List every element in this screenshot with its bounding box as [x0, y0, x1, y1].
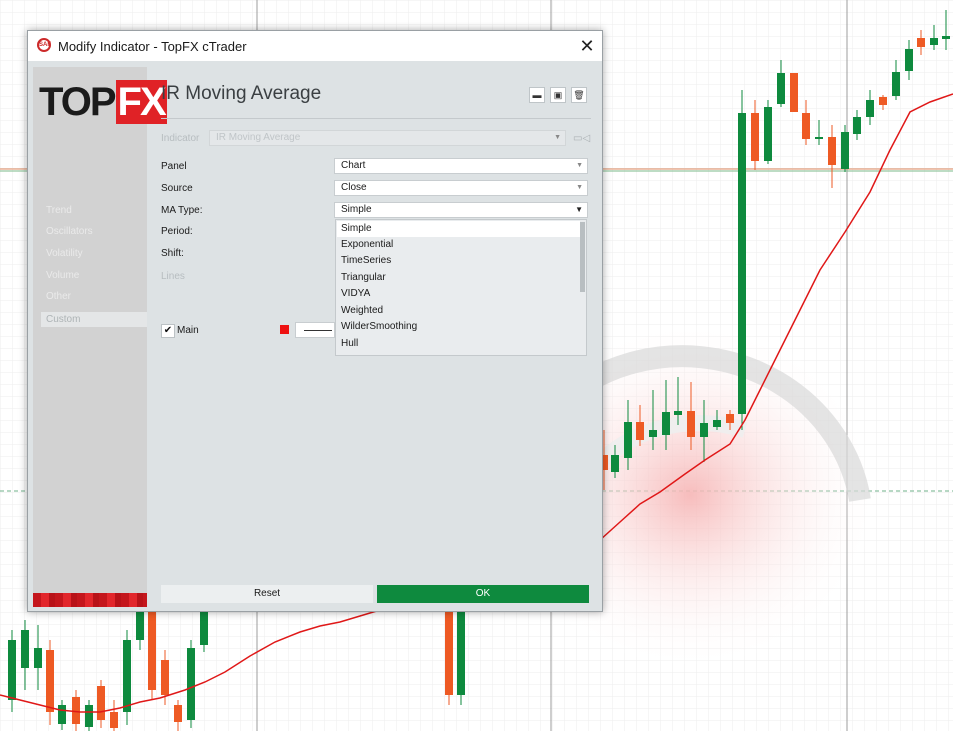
ma-type-option-triangular[interactable]: Triangular	[337, 270, 580, 286]
panel-select[interactable]: Chart ▼	[334, 158, 588, 174]
candle-body	[917, 38, 925, 47]
window-title: Modify Indicator - TopFX cTrader	[58, 39, 247, 54]
candle-body	[905, 49, 913, 71]
main-line-checkbox[interactable]: ✔	[161, 324, 175, 338]
candle-body	[866, 100, 874, 117]
sidebar-item-trend[interactable]: Trend	[46, 205, 72, 216]
period-label: Period:	[161, 226, 193, 237]
main-line-label: Main	[177, 325, 199, 336]
indicator-select: IR Moving Average ▼	[209, 130, 566, 146]
candle-body	[802, 113, 810, 139]
candle-body	[764, 107, 772, 161]
ma-type-dropdown-list: Simple Exponential TimeSeries Triangular…	[335, 219, 587, 356]
candle-body	[174, 705, 182, 722]
sidebar-item-volume[interactable]: Volume	[46, 270, 79, 281]
candle-body	[892, 72, 900, 96]
candle-body	[649, 430, 657, 437]
trash-icon[interactable]: 🗑	[571, 87, 587, 103]
main-line-color-swatch[interactable]	[280, 325, 289, 334]
candle-body	[687, 411, 695, 437]
candle-body	[34, 648, 42, 668]
candle-body	[200, 610, 208, 645]
app-icon: SAF	[37, 38, 51, 52]
candle-body	[161, 660, 169, 695]
candle-body	[700, 423, 708, 437]
candle-body	[738, 113, 746, 414]
ma-type-option-hull[interactable]: Hull	[337, 336, 580, 352]
candle-body	[85, 705, 93, 727]
sidebar-item-oscillators[interactable]: Oscillators	[46, 226, 93, 237]
ma-type-option-timeseries[interactable]: TimeSeries	[337, 253, 580, 269]
reset-button[interactable]: Reset	[161, 585, 373, 603]
candle-body	[46, 650, 54, 712]
candle-body	[777, 73, 785, 104]
title-bar[interactable]: SAF Modify Indicator - TopFX cTrader ✕	[28, 31, 602, 61]
candle-body	[21, 630, 29, 668]
indicator-label: Indicator	[161, 133, 200, 144]
indicator-heading: IR Moving Average	[161, 83, 322, 104]
folder-open-icon[interactable]: ▬	[529, 87, 545, 103]
candle-body	[72, 697, 80, 724]
panel-label: Panel	[161, 161, 187, 172]
candle-body	[8, 640, 16, 700]
chevron-down-icon: ▼	[575, 205, 583, 214]
candle-body	[445, 610, 453, 695]
candle-body	[187, 648, 195, 720]
candle-body	[136, 610, 144, 640]
ma-type-label: MA Type:	[161, 205, 203, 216]
main-line-style-select[interactable]	[295, 322, 335, 338]
chevron-down-icon: ▼	[576, 184, 583, 191]
candle-body	[662, 412, 670, 435]
sidebar-item-custom[interactable]: Custom	[41, 312, 147, 327]
candle-body	[123, 640, 131, 712]
ma-type-option-wildersmoothing[interactable]: WilderSmoothing	[337, 319, 580, 335]
candle-body	[828, 137, 836, 165]
candle-body	[97, 686, 105, 720]
source-label: Source	[161, 183, 193, 194]
candle-body	[790, 73, 798, 112]
shift-label: Shift:	[161, 248, 184, 259]
candle-body	[110, 712, 118, 728]
ma-type-option-exponential[interactable]: Exponential	[337, 237, 580, 253]
candle-body	[713, 420, 721, 427]
lines-section-label: Lines	[161, 271, 185, 282]
ma-type-select[interactable]: Simple ▼	[334, 202, 588, 218]
candle-body	[674, 411, 682, 415]
candle-body	[841, 132, 849, 169]
candle-body	[611, 455, 619, 472]
brand-stripe	[33, 593, 147, 607]
topfx-logo: TOPFX	[39, 80, 167, 124]
candle-body	[942, 36, 950, 39]
candle-body	[624, 422, 632, 458]
candle-body	[879, 97, 887, 105]
sidebar-item-volatility[interactable]: Volatility	[46, 248, 83, 259]
modify-indicator-dialog: SAF Modify Indicator - TopFX cTrader ✕ T…	[27, 30, 603, 612]
category-sidebar: TOPFX Trend Oscillators Volatility Volum…	[33, 67, 167, 607]
sidebar-item-other[interactable]: Other	[46, 291, 71, 302]
ma-type-option-weighted[interactable]: Weighted	[337, 303, 580, 319]
video-camera-icon[interactable]: ▭◁	[573, 133, 590, 144]
candle-body	[148, 610, 156, 690]
candle-body	[457, 610, 465, 695]
close-icon[interactable]: ✕	[572, 31, 602, 61]
candle-body	[636, 422, 644, 440]
dropdown-scrollbar[interactable]	[580, 222, 585, 292]
heading-divider	[161, 118, 591, 119]
chevron-down-icon: ▼	[576, 162, 583, 169]
candle-body	[930, 38, 938, 45]
ok-button[interactable]: OK	[377, 585, 589, 603]
candle-body	[853, 117, 861, 134]
chevron-down-icon: ▼	[554, 134, 561, 141]
candle-body	[58, 705, 66, 724]
source-select[interactable]: Close ▼	[334, 180, 588, 196]
candle-body	[726, 414, 734, 423]
candle-body	[815, 137, 823, 139]
ma-type-option-vidya[interactable]: VIDYA	[337, 286, 580, 302]
ma-type-option-simple[interactable]: Simple	[337, 221, 580, 237]
save-icon[interactable]: ▣	[550, 87, 566, 103]
candle-body	[751, 113, 759, 161]
